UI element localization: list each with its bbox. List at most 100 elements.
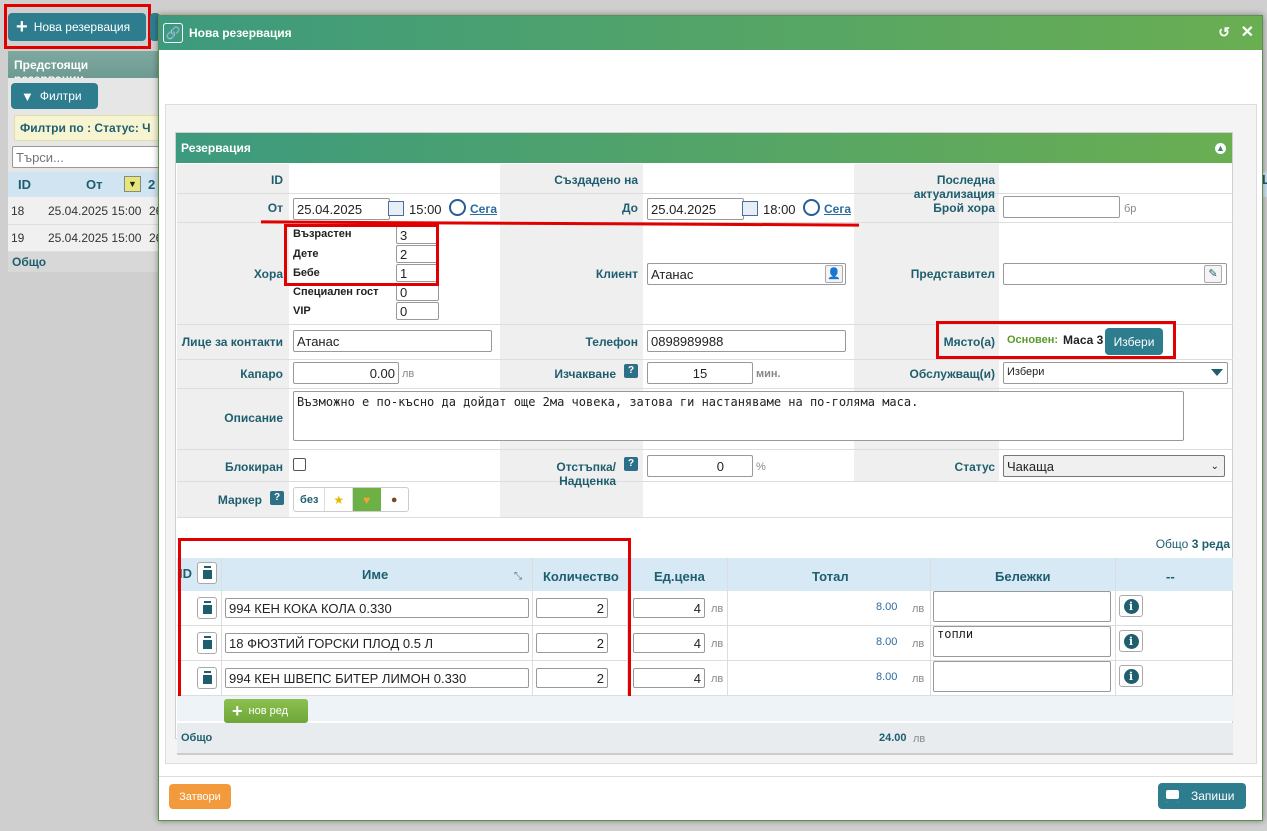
user-icon[interactable]: 👤 [825,265,843,283]
search-input[interactable] [12,146,162,168]
deposit-currency: лв [402,368,415,380]
table-row[interactable]: 19 25.04.2025 15:00 26 [8,225,162,252]
to-date-input[interactable]: 25.04.2025 [647,198,744,220]
item-total: 8.00 [876,601,898,613]
highlight-box [4,4,151,49]
new-row-label: нов ред [248,705,289,717]
grand-total-label: Общо [181,732,213,744]
filter-summary: Филтри по : Статус: Ч [14,115,160,141]
description-textarea[interactable]: Възможно е по-късно да дойдат още 2ма чо… [293,391,1184,441]
chevron-down-icon [1211,369,1223,376]
waiter-value: Избери [1007,366,1045,378]
close-icon[interactable]: ✕ [1241,22,1254,42]
label-representative: Представител [910,267,995,281]
vip-input[interactable]: 0 [396,302,439,320]
footer-divider [159,776,1262,777]
item-total: 8.00 [876,636,898,648]
divider [177,517,1233,518]
marker-none[interactable]: без [294,488,326,511]
people-count-input[interactable] [1003,196,1120,218]
filters-button[interactable]: ▼ Филтри [11,83,98,109]
item-price-input[interactable]: 4 [633,633,705,653]
row-from: 25.04.2025 15:00 [48,204,142,218]
modal-header: 🔗 Нова резервация ↺ ✕ [159,16,1262,50]
from-date-input[interactable]: 25.04.2025 [293,198,390,220]
item-price-input[interactable]: 4 [633,598,705,618]
sort-down-icon[interactable]: ▼ [124,176,141,192]
table-header: ID От ▼ 2 [8,172,160,197]
heart-icon[interactable]: ♥ [352,488,381,511]
item-price-input[interactable]: 4 [633,668,705,688]
close-label: Затвори [179,790,221,803]
upcoming-panel-header: Предстоящи резервации [8,51,160,86]
item-total-currency: лв [912,673,925,685]
to-time-input[interactable]: 18:00 [760,198,802,220]
item-total: 8.00 [876,671,898,683]
new-row-bar [177,696,1233,721]
new-row-button[interactable]: + нов ред [224,699,308,723]
highlight-box [284,224,439,286]
marker-group: без ★ ♥ ● [293,487,409,512]
item-total-currency: лв [912,638,925,650]
label-discount: Отстъпка/Надценка [556,460,616,488]
item-total-currency: лв [912,603,925,615]
item-price-currency: лв [711,638,724,650]
item-note-textarea[interactable] [933,591,1111,622]
star-icon[interactable]: ★ [325,488,353,511]
history-icon[interactable]: ↺ [1218,24,1230,41]
help-icon[interactable]: ? [624,364,638,378]
help-icon[interactable]: ? [624,457,638,471]
items-col-price: Ед.цена [654,569,705,584]
from-now-link[interactable]: Сега [470,202,497,216]
row-from: 25.04.2025 15:00 [48,231,142,245]
deposit-input[interactable]: 0.00 [293,362,399,384]
filter-text: Филтри по : Статус: Ч [20,121,151,135]
calendar-icon[interactable] [388,201,404,216]
grand-total-value: 24.00 [879,732,907,744]
label-from: От [267,201,283,215]
item-price-currency: лв [711,603,724,615]
phone-input[interactable]: 0898989988 [647,330,846,352]
table-row[interactable]: 18 25.04.2025 15:00 26 [8,197,162,225]
items-col-actions: -- [1166,569,1175,584]
wait-unit: мин. [756,368,781,380]
status-select[interactable]: Чакаща ⌄ [1003,455,1225,477]
label-people-count: Брой хора [933,201,995,215]
from-time-input[interactable]: 15:00 [406,198,448,220]
clock-icon[interactable] [449,199,466,216]
help-icon[interactable]: ? [270,491,284,505]
new-reservation-modal: 🔗 Нова резервация ↺ ✕ Резервация ▲ ID Съ… [158,15,1263,821]
save-button[interactable]: Запиши [1158,783,1246,809]
representative-input[interactable] [1003,263,1227,285]
section-title: Резервация [181,141,251,155]
waiter-select[interactable]: Избери [1003,362,1228,384]
label-wait: Изчакване [554,367,616,381]
label-waiter: Обслужващ(и) [909,367,995,381]
clock-icon[interactable] [803,199,820,216]
to-now-link[interactable]: Сега [824,202,851,216]
item-note-textarea[interactable]: топли [933,626,1111,657]
label-deposit: Капаро [240,367,283,381]
wait-input[interactable]: 15 [647,362,753,384]
label-contact: Лице за контакти [181,335,283,349]
close-button[interactable]: Затвори [169,784,231,809]
collapse-icon[interactable]: ▲ [1215,142,1226,154]
discount-input[interactable]: 0 [647,455,753,477]
item-note-textarea[interactable] [933,661,1111,692]
filters-label: Филтри [39,89,82,103]
edit-icon[interactable]: ✎ [1204,265,1222,283]
label-id: ID [271,173,283,187]
item-price-currency: лв [711,673,724,685]
blocked-checkbox[interactable] [293,458,306,471]
item-info-button[interactable]: i [1119,595,1143,617]
client-input[interactable]: Атанас [647,263,846,285]
item-info-button[interactable]: i [1119,630,1143,652]
label-status: Статус [954,460,995,474]
row-id: 18 [11,204,25,218]
bear-icon[interactable]: ● [381,488,409,511]
label-client: Клиент [595,267,638,281]
label-description: Описание [224,411,283,425]
item-info-button[interactable]: i [1119,665,1143,687]
calendar-icon[interactable] [742,201,758,216]
contact-input[interactable]: Атанас [293,330,492,352]
